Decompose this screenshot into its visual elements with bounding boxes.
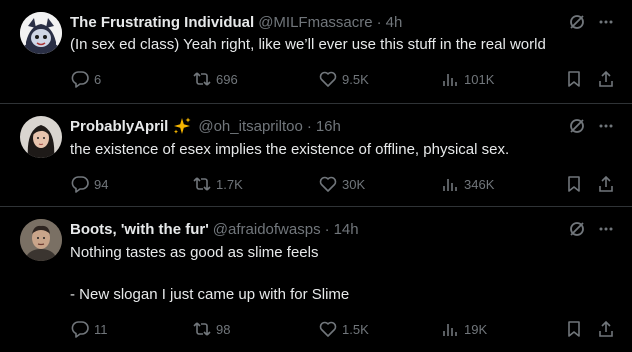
separator-dot: ·: [306, 117, 312, 135]
separator-dot: ·: [376, 13, 382, 31]
repost-button[interactable]: 98: [192, 319, 230, 339]
user-handle[interactable]: @afraidofwasps: [213, 221, 321, 238]
avatar[interactable]: [20, 116, 62, 158]
views-count: 101K: [464, 71, 495, 87]
views-button[interactable]: 101K: [440, 69, 494, 89]
tweet-text-line: Nothing tastes as good as slime feels: [70, 244, 319, 261]
repost-icon: [192, 319, 212, 339]
views-count: 19K: [464, 321, 488, 337]
share-button[interactable]: [596, 69, 616, 94]
tweet-actions: 94 1.7K 30K 346K: [70, 174, 618, 194]
bookmark-button[interactable]: [564, 69, 584, 94]
views-button[interactable]: 346K: [440, 174, 494, 194]
like-icon: [318, 319, 338, 339]
reply-button[interactable]: 11: [70, 319, 108, 339]
like-count: 9.5K: [342, 71, 369, 87]
tweet-header: ProbablyApril @oh_itsapriltoo · 16h: [70, 116, 341, 136]
like-count: 1.5K: [342, 321, 369, 337]
grok-icon[interactable]: [568, 117, 586, 140]
timestamp[interactable]: 14h: [334, 221, 359, 238]
display-name[interactable]: The Frustrating Individual: [70, 14, 254, 31]
reply-icon: [70, 319, 90, 339]
tweet-top-actions: [568, 13, 614, 36]
like-button[interactable]: 1.5K: [318, 319, 369, 339]
tweet[interactable]: Boots, 'with the fur' @afraidofwasps · 1…: [0, 207, 632, 352]
avatar[interactable]: [20, 12, 62, 54]
tweet-actions: 6 696 9.5K 101K: [70, 69, 618, 89]
share-icon: [596, 69, 616, 94]
user-handle[interactable]: @oh_itsapriltoo: [198, 118, 302, 135]
bookmark-icon: [564, 174, 584, 199]
reply-count: 6: [94, 71, 102, 87]
tweet-actions: 11 98 1.5K 19K: [70, 319, 618, 339]
like-button[interactable]: 30K: [318, 174, 365, 194]
grok-icon[interactable]: [568, 13, 586, 36]
timestamp[interactable]: 16h: [316, 118, 341, 135]
share-button[interactable]: [596, 174, 616, 199]
repost-count: 696: [216, 71, 238, 87]
tweet-top-actions: [568, 220, 614, 243]
views-icon: [440, 319, 460, 339]
reply-button[interactable]: 6: [70, 69, 101, 89]
reply-count: 94: [94, 176, 109, 192]
repost-icon: [192, 69, 212, 89]
tweet-text: the existence of esex implies the existe…: [70, 141, 510, 158]
share-icon: [596, 174, 616, 199]
display-name[interactable]: Boots, 'with the fur': [70, 221, 209, 238]
bookmark-button[interactable]: [564, 319, 584, 344]
more-icon[interactable]: [598, 221, 614, 242]
separator-dot: ·: [324, 220, 330, 238]
timestamp[interactable]: 4h: [386, 14, 403, 31]
reply-count: 11: [94, 321, 108, 337]
bookmark-button[interactable]: [564, 174, 584, 199]
more-icon[interactable]: [598, 118, 614, 139]
grok-icon[interactable]: [568, 220, 586, 243]
repost-icon: [192, 174, 212, 194]
more-icon[interactable]: [598, 14, 614, 35]
like-icon: [318, 69, 338, 89]
repost-button[interactable]: 696: [192, 69, 238, 89]
views-icon: [440, 69, 460, 89]
repost-button[interactable]: 1.7K: [192, 174, 243, 194]
views-button[interactable]: 19K: [440, 319, 487, 339]
sparkle-icon: [172, 116, 192, 136]
like-count: 30K: [342, 176, 366, 192]
tweet-header: The Frustrating Individual @MILFmassacre…: [70, 12, 402, 32]
reply-button[interactable]: 94: [70, 174, 108, 194]
display-name[interactable]: ProbablyApril: [70, 118, 168, 135]
tweet-text: (In sex ed class) Yeah right, like we’ll…: [70, 36, 546, 53]
reply-icon: [70, 69, 90, 89]
like-button[interactable]: 9.5K: [318, 69, 369, 89]
tweet-top-actions: [568, 117, 614, 140]
bookmark-icon: [564, 69, 584, 94]
like-icon: [318, 174, 338, 194]
bookmark-icon: [564, 319, 584, 344]
reply-icon: [70, 174, 90, 194]
tweet-text-line: - New slogan I just came up with for Sli…: [70, 286, 350, 303]
tweet[interactable]: ProbablyApril @oh_itsapriltoo · 16h the …: [0, 104, 632, 206]
avatar[interactable]: [20, 219, 62, 261]
repost-count: 98: [216, 321, 231, 337]
share-button[interactable]: [596, 319, 616, 344]
tweet-header: Boots, 'with the fur' @afraidofwasps · 1…: [70, 219, 359, 239]
user-handle[interactable]: @MILFmassacre: [258, 14, 372, 31]
views-icon: [440, 174, 460, 194]
share-icon: [596, 319, 616, 344]
tweet[interactable]: The Frustrating Individual @MILFmassacre…: [0, 0, 632, 103]
views-count: 346K: [464, 176, 495, 192]
timeline-feed: The Frustrating Individual @MILFmassacre…: [0, 0, 632, 352]
repost-count: 1.7K: [216, 176, 243, 192]
